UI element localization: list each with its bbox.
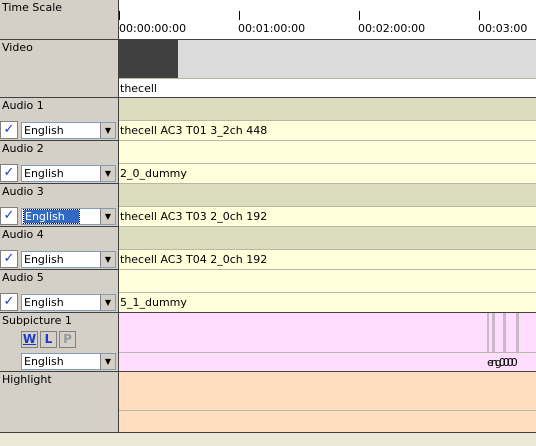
status-strip (0, 432, 536, 446)
audio2-clip-name: 2_0_dummy (120, 167, 187, 180)
audio5-enable-checkbox[interactable]: ✓ (0, 293, 18, 311)
ruler-label: 00:01:00:00 (238, 22, 306, 35)
ruler-label: 00:02:00:00 (358, 22, 426, 35)
subpicture-marker[interactable] (503, 313, 506, 352)
subpicture-w-button[interactable]: W (21, 331, 38, 348)
highlight-label: Highlight (2, 373, 52, 386)
check-icon: ✓ (3, 208, 15, 223)
audio4-track-top[interactable] (119, 227, 536, 249)
audio5-language-value: English (24, 296, 64, 309)
check-icon: ✓ (3, 294, 15, 309)
audio1-label: Audio 1 (2, 99, 44, 112)
video-clip-row[interactable]: thecell (119, 78, 536, 98)
subpicture-marker[interactable] (492, 313, 495, 352)
video-track[interactable] (119, 40, 536, 78)
audio3-language-select[interactable]: English ▼ (21, 208, 116, 225)
audio5-clip-name: 5_1_dummy (120, 296, 187, 309)
ruler-label: 00:00:00:00 (119, 22, 187, 35)
subpicture-track[interactable]: eng0000 (119, 352, 536, 372)
audio5-track-top[interactable] (119, 270, 536, 292)
ruler-tick (119, 11, 120, 20)
ruler-tick (359, 11, 360, 20)
chevron-down-icon[interactable]: ▼ (100, 354, 115, 369)
highlight-track-top[interactable] (119, 372, 536, 410)
audio3-language-value: English (23, 209, 80, 224)
audio5-language-select[interactable]: English ▼ (21, 294, 116, 311)
subpicture-p-button[interactable]: P (59, 331, 76, 348)
chevron-down-icon[interactable]: ▼ (100, 252, 115, 267)
timeline-area[interactable]: 00:00:00:00 00:01:00:00 00:02:00:00 00:0… (119, 0, 536, 432)
audio1-language-value: English (24, 124, 64, 137)
subpicture-l-button[interactable]: L (40, 331, 57, 348)
timescale-label-cell: Time Scale (0, 0, 118, 40)
audio4-clip-name: thecell AC3 T04 2_0ch 192 (120, 253, 268, 266)
subpicture-marker[interactable] (487, 313, 489, 352)
highlight-track[interactable] (119, 410, 536, 432)
subpicture1-language-select[interactable]: English ▼ (21, 353, 116, 370)
video-clip-name: thecell (120, 82, 157, 95)
subpicture-clip-labels: eng0000 (487, 356, 518, 369)
check-icon: ✓ (3, 165, 15, 180)
audio2-track-top[interactable] (119, 141, 536, 163)
audio3-label: Audio 3 (2, 185, 44, 198)
audio1-track[interactable]: thecell AC3 T01 3_2ch 448 (119, 120, 536, 141)
chevron-down-icon[interactable]: ▼ (100, 123, 115, 138)
subpicture1-language-value: English (24, 355, 64, 368)
video-clip-thumbnail[interactable] (119, 40, 178, 78)
audio4-track[interactable]: thecell AC3 T04 2_0ch 192 (119, 249, 536, 270)
audio2-language-value: English (24, 167, 64, 180)
check-icon: ✓ (3, 122, 15, 137)
time-ruler[interactable]: 00:00:00:00 00:01:00:00 00:02:00:00 00:0… (119, 0, 536, 40)
video-label: Video (2, 41, 33, 54)
audio2-label: Audio 2 (2, 142, 44, 155)
audio1-clip-name: thecell AC3 T01 3_2ch 448 (120, 124, 268, 137)
highlight-label-cell: Highlight (0, 372, 118, 432)
chevron-down-icon[interactable]: ▼ (100, 295, 115, 310)
subpicture-marker[interactable] (516, 313, 519, 352)
video-label-cell: Video (0, 40, 118, 98)
audio4-language-value: English (24, 253, 64, 266)
audio1-language-select[interactable]: English ▼ (21, 122, 116, 139)
audio4-label: Audio 4 (2, 228, 44, 241)
audio3-enable-checkbox[interactable]: ✓ (0, 207, 18, 225)
check-icon: ✓ (3, 251, 15, 266)
audio2-language-select[interactable]: English ▼ (21, 165, 116, 182)
audio4-enable-checkbox[interactable]: ✓ (0, 250, 18, 268)
audio5-label: Audio 5 (2, 271, 44, 284)
chevron-down-icon[interactable]: ▼ (100, 166, 115, 181)
audio5-track[interactable]: 5_1_dummy (119, 292, 536, 313)
subpicture1-label: Subpicture 1 (2, 314, 72, 327)
ruler-label: 00:03:00 (478, 22, 528, 35)
audio3-track[interactable]: thecell AC3 T03 2_0ch 192 (119, 206, 536, 227)
audio1-track-top[interactable] (119, 98, 536, 120)
track-label-panel: Time Scale Video Audio 1 ✓ English ▼ Aud… (0, 0, 119, 432)
audio4-language-select[interactable]: English ▼ (21, 251, 116, 268)
audio2-enable-checkbox[interactable]: ✓ (0, 164, 18, 182)
timescale-label: Time Scale (2, 1, 63, 14)
subpicture-track-top[interactable] (119, 313, 536, 352)
audio1-enable-checkbox[interactable]: ✓ (0, 121, 18, 139)
ruler-tick (239, 11, 240, 20)
ruler-tick (479, 11, 480, 20)
chevron-down-icon[interactable]: ▼ (100, 209, 115, 224)
audio3-track-top[interactable] (119, 184, 536, 206)
audio3-clip-name: thecell AC3 T03 2_0ch 192 (120, 210, 268, 223)
audio2-track[interactable]: 2_0_dummy (119, 163, 536, 184)
